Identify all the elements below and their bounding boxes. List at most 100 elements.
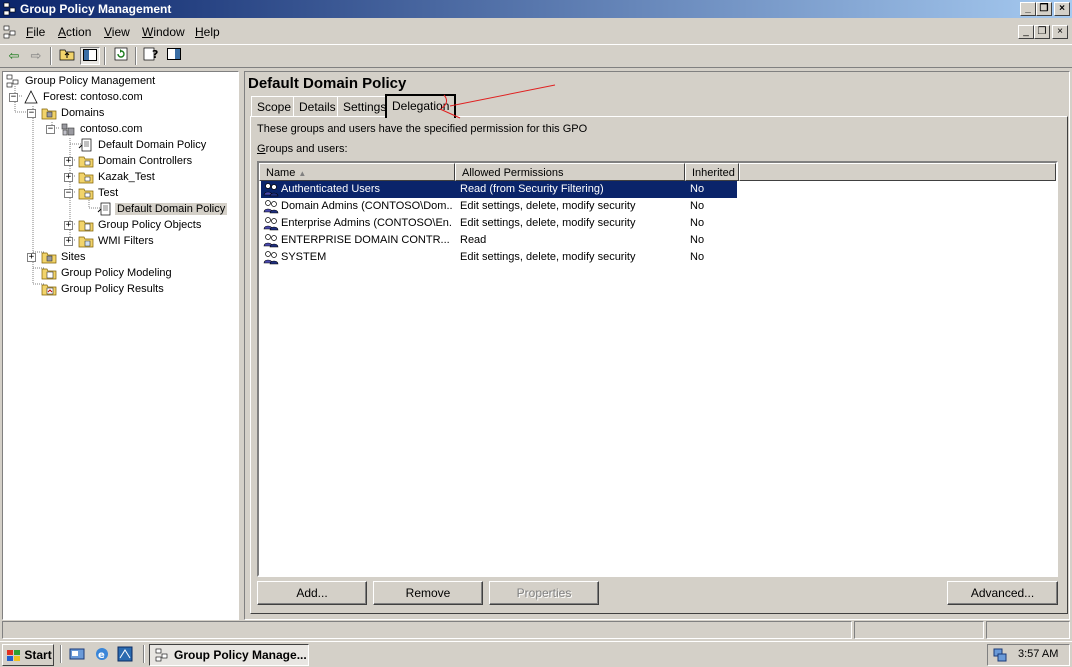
- tree-label: Test: [98, 187, 119, 199]
- start-button[interactable]: Start: [2, 644, 54, 666]
- cell-name: Authenticated Users: [281, 183, 381, 195]
- collapse-icon[interactable]: −: [9, 93, 18, 102]
- annotation-arrow: [439, 84, 556, 119]
- table-row[interactable]: ENTERPRISE DOMAIN CONTR... Read No: [261, 232, 1056, 249]
- expand-icon[interactable]: +: [64, 157, 73, 166]
- mdi-restore-button[interactable]: ❐: [1034, 25, 1050, 39]
- add-button[interactable]: Add...: [257, 581, 367, 605]
- server-management-icon[interactable]: [117, 646, 133, 662]
- user-group-icon: [263, 250, 279, 271]
- expand-icon[interactable]: +: [64, 221, 73, 230]
- system-menu-icon[interactable]: [3, 25, 17, 39]
- gpo-folder-icon: [78, 218, 94, 232]
- close-button[interactable]: ×: [1054, 2, 1070, 16]
- expand-icon[interactable]: +: [64, 237, 73, 246]
- forward-icon[interactable]: ⇨: [26, 47, 46, 65]
- table-row[interactable]: Enterprise Admins (CONTOSO\En... Edit set…: [261, 215, 1056, 232]
- tree-label: Group Policy Management: [25, 75, 156, 87]
- menu-file[interactable]: File: [24, 25, 47, 39]
- column-header-inherited[interactable]: Inherited: [685, 163, 739, 181]
- menu-view[interactable]: View: [102, 25, 132, 39]
- tree-label: Forest: contoso.com: [43, 91, 143, 103]
- mdi-close-button[interactable]: ×: [1052, 25, 1068, 39]
- taskbar-item-gpmc[interactable]: Group Policy Manage...: [149, 644, 309, 666]
- menu-help[interactable]: Help: [193, 25, 222, 39]
- column-header-name[interactable]: Name ▲: [259, 163, 455, 181]
- menu-action[interactable]: Action: [56, 25, 93, 39]
- tree-item-group-policy-results[interactable]: Group Policy Results: [41, 281, 166, 297]
- tree-label: Kazak_Test: [98, 171, 155, 183]
- taskbar-separator: [60, 645, 62, 663]
- ou-icon: [78, 186, 94, 200]
- collapse-icon[interactable]: −: [64, 189, 73, 198]
- forest-icon: [23, 90, 39, 104]
- tab-details[interactable]: Details: [293, 96, 342, 116]
- mdi-minimize-button[interactable]: _: [1018, 25, 1034, 39]
- gpmc-task-icon: [155, 648, 168, 662]
- up-folder-icon[interactable]: [57, 47, 77, 65]
- show-action-pane-icon[interactable]: [164, 47, 184, 65]
- tree-item-domain-controllers[interactable]: Domain Controllers: [78, 153, 194, 169]
- collapse-icon[interactable]: −: [27, 109, 36, 118]
- internet-explorer-icon[interactable]: e: [94, 646, 110, 662]
- collapse-icon[interactable]: −: [46, 125, 55, 134]
- column-header-permissions[interactable]: Allowed Permissions: [455, 163, 685, 181]
- restore-button[interactable]: ❐: [1036, 2, 1052, 16]
- tree-item-sites[interactable]: Sites: [41, 249, 87, 265]
- groups-label: Groups and users:: [257, 143, 348, 155]
- tree-label: contoso.com: [80, 123, 143, 135]
- table-row[interactable]: Domain Admins (CONTOSO\Dom... Edit settin…: [261, 198, 1056, 215]
- minimize-button[interactable]: _: [1020, 2, 1036, 16]
- policy-title: Default Domain Policy: [248, 75, 407, 92]
- properties-button[interactable]: Properties: [489, 581, 599, 605]
- tree-item-group-policy-objects[interactable]: Group Policy Objects: [78, 217, 203, 233]
- cell-inherited: No: [690, 234, 705, 246]
- clock[interactable]: 3:57 AM: [1018, 648, 1058, 660]
- status-cell: [986, 621, 1070, 639]
- cell-permissions: Edit settings, delete, modify security: [460, 251, 636, 263]
- tree-item-test-default-domain-policy[interactable]: Default Domain Policy: [97, 201, 228, 217]
- toolbar-separator: [50, 47, 52, 65]
- tree-label: Default Domain Policy: [98, 139, 207, 151]
- table-row[interactable]: Authenticated Users Read (from Security F…: [261, 181, 737, 198]
- tree-root[interactable]: Group Policy Management: [5, 73, 157, 89]
- status-cell: [2, 621, 852, 639]
- cell-permissions: Edit settings, delete, modify security: [460, 200, 636, 212]
- tree-item-wmi-filters[interactable]: WMI Filters: [78, 233, 156, 249]
- wmi-folder-icon: [78, 234, 94, 248]
- tab-scope[interactable]: Scope: [251, 96, 298, 116]
- advanced-button[interactable]: Advanced...: [947, 581, 1058, 605]
- tree-label: Domain Controllers: [98, 155, 193, 167]
- toolbar-separator: [135, 47, 137, 65]
- help-icon[interactable]: ?: [141, 47, 161, 65]
- expand-icon[interactable]: +: [64, 173, 73, 182]
- tree-item-test[interactable]: Test: [78, 185, 120, 201]
- tree-label: Domains: [61, 107, 105, 119]
- tree-label: Group Policy Modeling: [61, 267, 172, 279]
- cell-permissions: Read (from Security Filtering): [460, 183, 604, 195]
- show-desktop-icon[interactable]: [69, 646, 85, 662]
- table-row[interactable]: SYSTEM Edit settings, delete, modify secu…: [261, 249, 1056, 266]
- expand-icon[interactable]: +: [27, 253, 36, 262]
- cell-name: ENTERPRISE DOMAIN CONTR...: [281, 234, 450, 246]
- show-hide-tree-icon[interactable]: [80, 47, 100, 65]
- gpmc-app-icon[interactable]: [3, 2, 17, 16]
- domains-folder-icon: [41, 106, 57, 120]
- tree-item-domains[interactable]: Domains: [41, 105, 106, 121]
- tree-label: Group Policy Results: [61, 283, 164, 295]
- tree-item-forest[interactable]: Forest: contoso.com: [23, 89, 145, 105]
- tree-label: WMI Filters: [98, 235, 154, 247]
- refresh-icon[interactable]: [111, 47, 131, 65]
- cell-name: Domain Admins (CONTOSO\Dom...: [281, 200, 453, 212]
- back-icon[interactable]: ⇦: [4, 47, 24, 65]
- menu-window[interactable]: Window: [140, 25, 187, 39]
- gpo-link-icon: [97, 202, 113, 216]
- remove-button[interactable]: Remove: [373, 581, 483, 605]
- window-title: Group Policy Management: [20, 2, 172, 16]
- tree-item-domain[interactable]: contoso.com: [60, 121, 144, 137]
- tree-item-group-policy-modeling[interactable]: Group Policy Modeling: [41, 265, 174, 281]
- tree-item-kazak-test[interactable]: Kazak_Test: [78, 169, 157, 185]
- network-tray-icon[interactable]: [992, 647, 1008, 663]
- groups-users-list[interactable]: Name ▲ Allowed Permissions Inherited Aut…: [257, 161, 1058, 577]
- tree-item-default-domain-policy[interactable]: Default Domain Policy: [78, 137, 208, 153]
